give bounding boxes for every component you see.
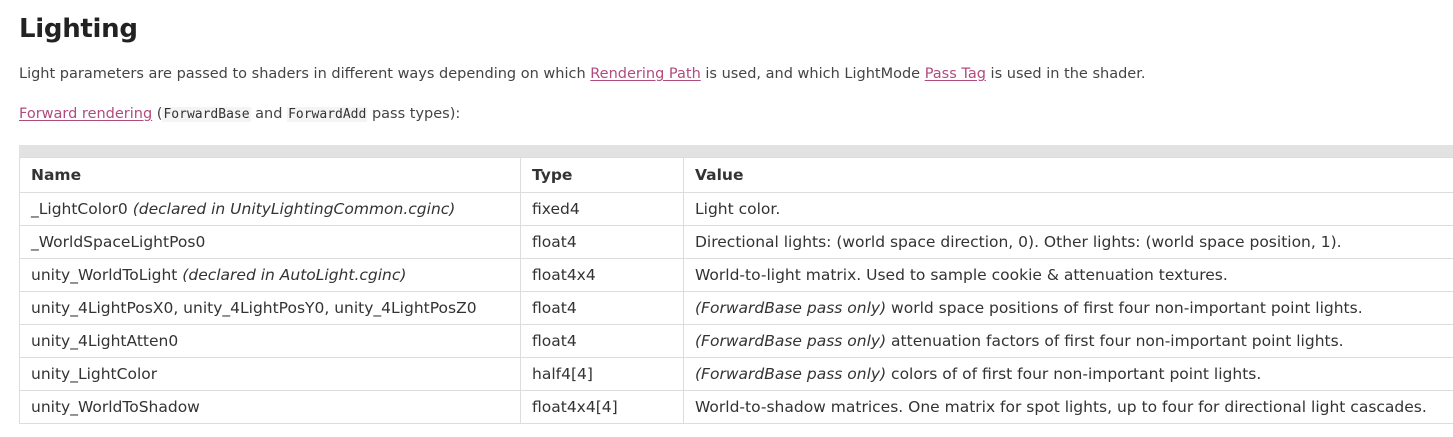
documentation-page: Lighting Light parameters are passed to … <box>0 0 1453 437</box>
header-value: Value <box>683 157 1453 193</box>
variable-name: unity_4LightPosX0, unity_4LightPosY0, un… <box>31 299 477 317</box>
cell-value: World-to-shadow matrices. One matrix for… <box>683 390 1453 424</box>
cell-type: fixed4 <box>520 192 684 226</box>
cell-type: float4 <box>520 324 684 358</box>
table-row: unity_WorldToLight (declared in AutoLigh… <box>19 258 1453 292</box>
cell-name: _LightColor0 (declared in UnityLightingC… <box>19 192 521 226</box>
lighting-table: Name Type Value _LightColor0 (declared i… <box>19 157 1453 424</box>
cell-value: Light color. <box>683 192 1453 226</box>
intro-text-2: is used, and which LightMode <box>700 66 925 82</box>
value-note: (ForwardBase pass only) <box>695 299 887 317</box>
forward-paragraph: Forward rendering (ForwardBase and Forwa… <box>19 106 460 122</box>
lighting-table-wrapper: Name Type Value _LightColor0 (declared i… <box>19 145 1453 424</box>
cell-name: _WorldSpaceLightPos0 <box>19 225 521 259</box>
value-text: World-to-light matrix. Used to sample co… <box>695 266 1228 284</box>
forward-and: and <box>250 106 288 122</box>
cell-name: unity_WorldToShadow <box>19 390 521 424</box>
table-row: unity_LightColor half4[4] (ForwardBase p… <box>19 357 1453 391</box>
cell-value: (ForwardBase pass only) world space posi… <box>683 291 1453 325</box>
variable-name: _WorldSpaceLightPos0 <box>31 233 206 251</box>
value-text: colors of of first four non-important po… <box>886 365 1262 383</box>
forward-rendering-link[interactable]: Forward rendering <box>19 106 152 122</box>
table-row: _LightColor0 (declared in UnityLightingC… <box>19 192 1453 226</box>
forwardadd-code: ForwardAdd <box>287 107 368 122</box>
variable-name: unity_WorldToShadow <box>31 398 200 416</box>
table-row: _WorldSpaceLightPos0 float4 Directional … <box>19 225 1453 259</box>
value-text: World-to-shadow matrices. One matrix for… <box>695 398 1427 416</box>
cell-value: World-to-light matrix. Used to sample co… <box>683 258 1453 292</box>
pass-tag-link[interactable]: Pass Tag <box>925 66 986 82</box>
cell-name: unity_4LightAtten0 <box>19 324 521 358</box>
value-text: attenuation factors of first four non-im… <box>886 332 1344 350</box>
value-text: Light color. <box>695 200 781 218</box>
cell-value: (ForwardBase pass only) colors of of fir… <box>683 357 1453 391</box>
variable-name: unity_WorldToLight <box>31 266 178 284</box>
variable-name: _LightColor0 <box>31 200 128 218</box>
cell-name: unity_WorldToLight (declared in AutoLigh… <box>19 258 521 292</box>
cell-type: half4[4] <box>520 357 684 391</box>
value-note: (ForwardBase pass only) <box>695 332 887 350</box>
intro-text-3: is used in the shader. <box>985 66 1146 82</box>
declaration-note: (declared in AutoLight.cginc) <box>177 266 407 284</box>
cell-value: (ForwardBase pass only) attenuation fact… <box>683 324 1453 358</box>
forward-paren: ( <box>152 106 163 122</box>
rendering-path-link[interactable]: Rendering Path <box>590 66 701 82</box>
forwardbase-code: ForwardBase <box>162 107 251 122</box>
intro-paragraph: Light parameters are passed to shaders i… <box>19 66 1145 82</box>
header-type: Type <box>520 157 684 193</box>
page-title: Lighting <box>19 14 138 44</box>
forward-tail: pass types): <box>367 106 461 122</box>
variable-name: unity_LightColor <box>31 365 158 383</box>
value-note: (ForwardBase pass only) <box>695 365 887 383</box>
cell-type: float4 <box>520 291 684 325</box>
value-text: world space positions of first four non-… <box>886 299 1363 317</box>
table-row: unity_4LightPosX0, unity_4LightPosY0, un… <box>19 291 1453 325</box>
table-row: unity_WorldToShadow float4x4[4] World-to… <box>19 390 1453 424</box>
cell-type: float4 <box>520 225 684 259</box>
cell-type: float4x4[4] <box>520 390 684 424</box>
table-header-row: Name Type Value <box>19 157 1453 193</box>
variable-name: unity_4LightAtten0 <box>31 332 179 350</box>
header-name: Name <box>19 157 521 193</box>
value-text: Directional lights: (world space directi… <box>695 233 1342 251</box>
cell-name: unity_LightColor <box>19 357 521 391</box>
table-row: unity_4LightAtten0 float4 (ForwardBase p… <box>19 324 1453 358</box>
cell-type: float4x4 <box>520 258 684 292</box>
declaration-note: (declared in UnityLightingCommon.cginc) <box>127 200 456 218</box>
cell-value: Directional lights: (world space directi… <box>683 225 1453 259</box>
cell-name: unity_4LightPosX0, unity_4LightPosY0, un… <box>19 291 521 325</box>
intro-text-1: Light parameters are passed to shaders i… <box>19 66 591 82</box>
